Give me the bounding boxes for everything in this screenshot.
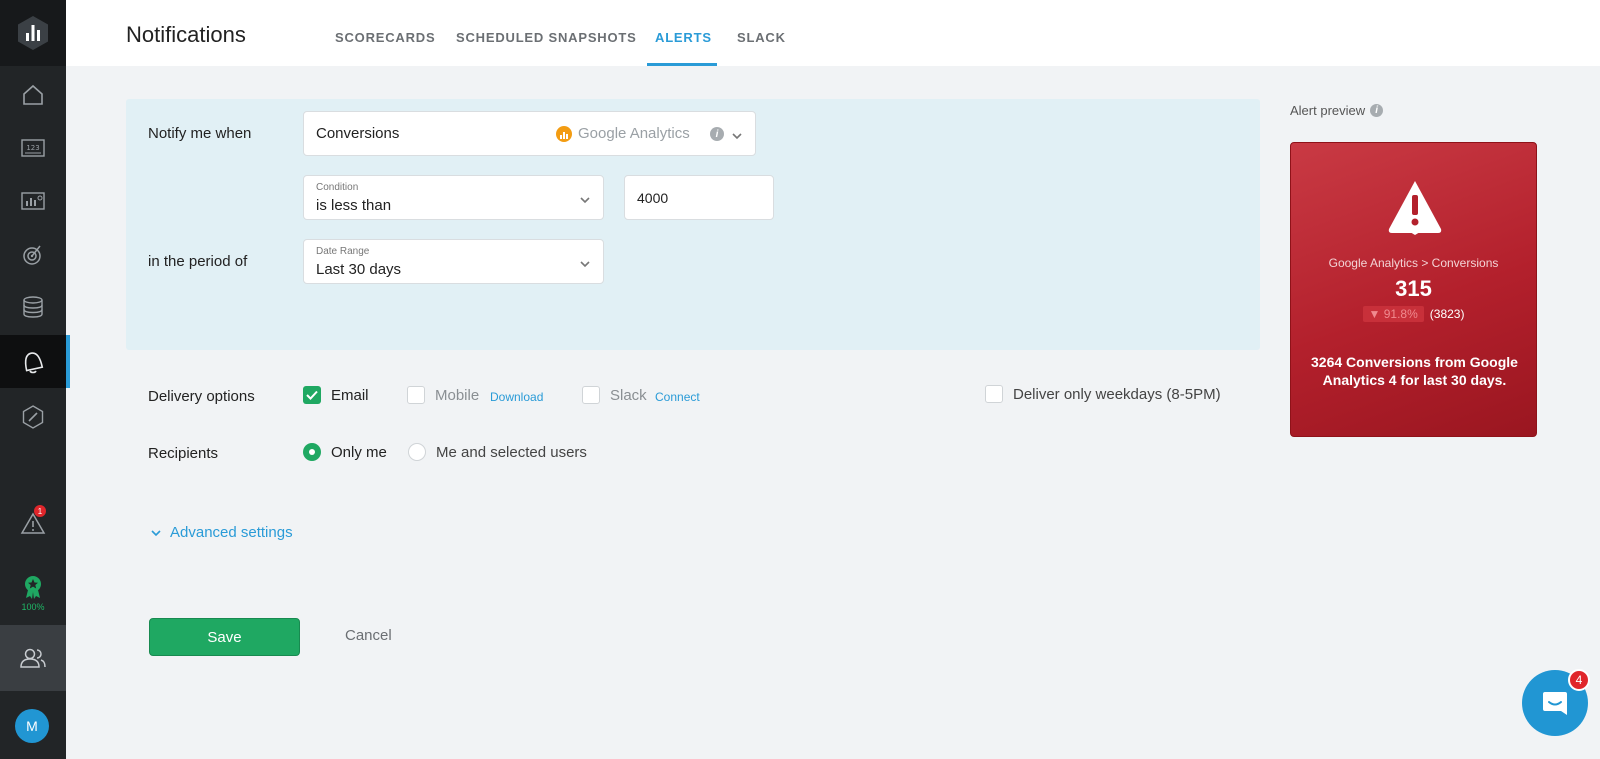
user-avatar[interactable]: M	[15, 709, 49, 743]
mobile-label: Mobile	[435, 387, 480, 404]
active-tab-indicator	[647, 63, 717, 66]
sidebar-item-metrics[interactable]: 123	[0, 121, 66, 174]
team-users-icon	[20, 648, 46, 668]
advanced-settings-label: Advanced settings	[170, 524, 293, 541]
alert-preview-label: Alert preview	[1290, 103, 1366, 118]
selected-users-radio[interactable]	[408, 443, 426, 461]
previous-value: (3823)	[1429, 307, 1465, 321]
alert-preview-card: Google Analytics > Conversions 315 ▼ 91.…	[1290, 142, 1537, 437]
bell-icon	[24, 351, 44, 373]
slack-checkbox[interactable]	[582, 386, 600, 404]
metric-source-label: Google Analytics	[578, 125, 690, 142]
condition-value: is less than	[316, 197, 392, 214]
page-title: Notifications	[126, 22, 246, 47]
logo-hexagon-icon	[18, 16, 48, 50]
alert-preview-path: Google Analytics > Conversions	[1328, 256, 1499, 270]
recipients-label: Recipients	[148, 445, 219, 462]
weekdays-only-label: Deliver only weekdays (8-5PM)	[1013, 386, 1221, 403]
period-label: in the period of	[148, 253, 248, 270]
chat-unread-badge: 4	[1568, 669, 1590, 691]
compass-icon	[22, 404, 44, 429]
warning-triangle-icon	[1388, 181, 1442, 235]
mobile-checkbox[interactable]	[407, 386, 425, 404]
only-me-radio[interactable]	[303, 443, 321, 461]
date-range-label: Date Range	[316, 246, 370, 257]
home-icon	[23, 84, 43, 105]
condition-label: Condition	[316, 182, 359, 193]
slack-connect-link[interactable]: Connect	[655, 390, 700, 404]
save-button[interactable]: Save	[149, 618, 300, 656]
sidebar-item-notifications[interactable]	[0, 335, 70, 388]
alert-condition-panel: Notify me when Conversions Google Analyt…	[126, 99, 1260, 350]
datasets-icon	[23, 295, 43, 318]
page-header: Notifications SCORECARDS SCHEDULED SNAPS…	[66, 0, 1600, 66]
tab-scorecards[interactable]: SCORECARDS	[335, 30, 435, 45]
info-icon[interactable]: i	[1370, 104, 1384, 117]
svg-text:123: 123	[26, 144, 39, 152]
delivery-options-label: Delivery options	[148, 388, 255, 405]
selected-users-label: Me and selected users	[436, 444, 587, 461]
metric-source: Google Analytics	[556, 125, 690, 142]
chevron-down-icon	[580, 261, 590, 268]
sidebar-item-dashboards[interactable]	[0, 174, 66, 227]
threshold-input[interactable]: 4000	[624, 175, 774, 220]
slack-label: Slack	[610, 387, 647, 404]
notify-label: Notify me when	[148, 125, 252, 142]
progress-label: 100%	[21, 602, 45, 612]
sidebar-item-explore[interactable]	[0, 390, 66, 443]
chevron-down-icon	[151, 529, 161, 536]
tab-slack[interactable]: SLACK	[737, 30, 786, 45]
award-ribbon-icon	[25, 576, 41, 599]
date-range-value: Last 30 days	[316, 261, 402, 278]
tab-alerts[interactable]: ALERTS	[655, 30, 712, 45]
condition-select[interactable]: Condition is less than	[303, 175, 604, 220]
sidebar-onboarding-progress[interactable]: 100%	[0, 566, 66, 620]
metric-select[interactable]: Conversions Google Analytics i	[303, 111, 756, 156]
threshold-value: 4000	[637, 190, 669, 206]
email-checkbox[interactable]	[303, 386, 321, 404]
only-me-label: Only me	[331, 444, 387, 461]
chevron-down-icon	[732, 133, 742, 140]
alert-preview-heading: Alert preview i	[1290, 103, 1384, 118]
sidebar-item-datasets[interactable]	[0, 280, 66, 333]
google-analytics-icon	[556, 125, 572, 142]
sidebar-item-goals[interactable]	[0, 227, 66, 280]
mobile-download-link[interactable]: Download	[490, 390, 543, 404]
dashboard-icon	[21, 191, 45, 210]
chevron-down-icon	[580, 197, 590, 204]
date-range-select[interactable]: Date Range Last 30 days	[303, 239, 604, 284]
sidebar-item-team[interactable]	[0, 625, 66, 691]
alert-preview-value: 315	[1395, 276, 1432, 301]
info-icon[interactable]: i	[710, 127, 724, 141]
checkmark-icon	[306, 390, 318, 400]
alert-preview-change: ▼ 91.8% (3823)	[1291, 306, 1536, 322]
app-logo[interactable]	[0, 0, 66, 66]
cancel-button[interactable]: Cancel	[345, 627, 392, 644]
alert-preview-message: 3264 Conversions from Google Analytics 4…	[1311, 354, 1518, 388]
alerts-count-badge: 1	[34, 505, 46, 517]
goals-icon	[23, 245, 41, 265]
chat-bubble-icon	[1543, 692, 1567, 715]
email-label: Email	[331, 387, 369, 404]
sidebar-item-home[interactable]	[0, 68, 66, 121]
advanced-settings-toggle[interactable]: Advanced settings	[150, 524, 293, 541]
tab-scheduled-snapshots[interactable]: SCHEDULED SNAPSHOTS	[456, 30, 637, 45]
sidebar: 123 1 100% M	[0, 0, 70, 759]
metrics-123-icon: 123	[21, 138, 45, 157]
metric-value: Conversions	[316, 125, 400, 142]
sidebar-item-alerts[interactable]: 1	[0, 497, 66, 550]
change-percent: ▼ 91.8%	[1362, 306, 1424, 322]
weekdays-only-checkbox[interactable]	[985, 385, 1003, 403]
